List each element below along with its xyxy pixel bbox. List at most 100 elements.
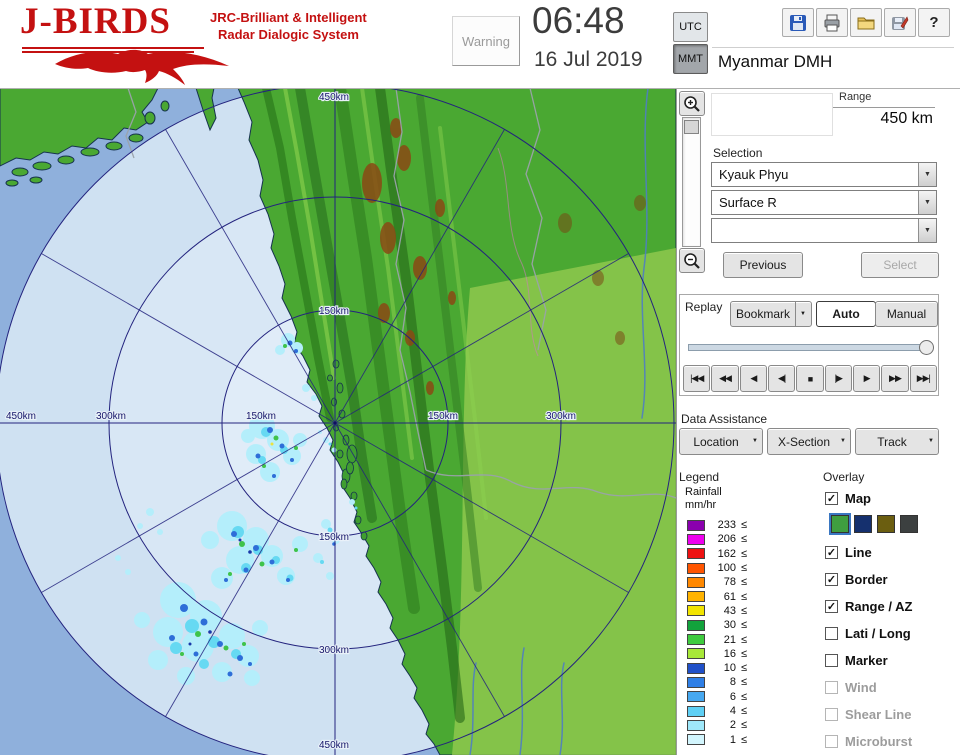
data-assistance-buttons: Location ▼ X-Section ▼ Track ▼	[679, 428, 939, 453]
radar-map[interactable]: 450km 300km 150km 150km 300km 450km 150k…	[0, 88, 676, 755]
ring-label: 150km	[246, 411, 276, 422]
overlay-item-marker[interactable]: Marker	[825, 650, 959, 670]
legend-row: 21≤	[687, 632, 747, 646]
overlay-item-label: Line	[845, 545, 872, 560]
legend-row: 6≤	[687, 690, 747, 704]
legend-row: 4≤	[687, 704, 747, 718]
chevron-down-icon[interactable]: ▼	[795, 302, 806, 326]
overlay-item-map[interactable]: ✓ Map	[825, 488, 959, 508]
chevron-down-icon[interactable]: ▼	[918, 219, 936, 242]
range-az-checkbox[interactable]: ✓	[825, 600, 838, 613]
timezone-utc-button[interactable]: UTC	[673, 12, 708, 42]
fast-rewind-button[interactable]: ◀◀	[711, 365, 738, 392]
zoom-slider[interactable]	[682, 117, 701, 247]
overlay-item-line[interactable]: ✓ Line	[825, 542, 959, 562]
save-button[interactable]	[782, 8, 814, 37]
location-button[interactable]: Location ▼	[679, 428, 763, 455]
jbirds-logo: J-BIRDS JRC-Brilliant & Intelligent Rada…	[12, 2, 382, 86]
legend-value: 206	[710, 533, 736, 545]
help-button[interactable]: ?	[918, 8, 950, 37]
replay-slider-thumb[interactable]	[919, 340, 934, 355]
legend-swatch	[687, 706, 705, 717]
open-folder-button[interactable]	[850, 8, 882, 37]
legend-swatch	[687, 534, 705, 545]
overlay-item-label: Wind	[845, 680, 877, 695]
legend-suffix: ≤	[741, 691, 747, 703]
step-back-button[interactable]: ◀|	[768, 365, 795, 392]
legend-row: 30≤	[687, 618, 747, 632]
site-dropdown[interactable]: Kyauk Phyu ▼	[711, 162, 937, 187]
play-back-button[interactable]: ◀	[740, 365, 767, 392]
step-forward-button[interactable]: |▶	[825, 365, 852, 392]
ring-label: 150km	[428, 411, 458, 422]
map-style-swatch[interactable]	[854, 515, 872, 533]
legend-value: 21	[710, 634, 736, 646]
chevron-down-icon[interactable]: ▼	[918, 191, 936, 214]
skip-last-button[interactable]: ▶▶|	[910, 365, 937, 392]
ring-label: 150km	[319, 532, 349, 543]
legend-suffix: ≤	[741, 648, 747, 660]
legend-suffix: ≤	[741, 705, 747, 717]
overlay-item-label: Lati / Long	[845, 626, 911, 641]
zoom-in-button[interactable]	[679, 91, 705, 116]
clock-date: 16 Jul 2019	[534, 48, 643, 72]
timezone-mmt-button[interactable]: MMT	[673, 44, 708, 74]
data-assistance-label: Data Assistance	[681, 412, 767, 426]
bookmark-label: Bookmark	[736, 307, 790, 321]
legend-row: 2≤	[687, 718, 747, 732]
warning-button[interactable]: Warning	[452, 16, 520, 66]
export-button[interactable]	[884, 8, 916, 37]
product-dropdown[interactable]: Surface R ▼	[711, 190, 937, 215]
map-checkbox[interactable]: ✓	[825, 492, 838, 505]
legend-suffix: ≤	[741, 719, 747, 731]
legend-suffix: ≤	[741, 605, 747, 617]
zoom-out-button[interactable]	[679, 248, 705, 273]
legend-value: 16	[710, 648, 736, 660]
map-style-swatch[interactable]	[900, 515, 918, 533]
border-checkbox[interactable]: ✓	[825, 573, 838, 586]
map-style-swatch[interactable]	[877, 515, 895, 533]
bookmark-button[interactable]: Bookmark ▼	[730, 301, 812, 327]
lati-long-checkbox[interactable]	[825, 627, 838, 640]
ring-label: 300km	[546, 411, 576, 422]
help-icon: ?	[929, 14, 938, 31]
print-button[interactable]	[816, 8, 848, 37]
replay-time-slider[interactable]	[688, 339, 932, 355]
overlay-item-label: Range / AZ	[845, 599, 912, 614]
logo-subtitle-2: Radar Dialogic System	[218, 27, 359, 42]
fast-forward-button[interactable]: ▶▶	[881, 365, 908, 392]
auto-mode-button[interactable]: Auto	[816, 301, 876, 327]
legend-suffix: ≤	[741, 619, 747, 631]
select-button[interactable]: Select	[861, 252, 939, 278]
line-checkbox[interactable]: ✓	[825, 546, 838, 559]
previous-button[interactable]: Previous	[723, 252, 803, 278]
map-style-swatch[interactable]	[831, 515, 849, 533]
marker-checkbox[interactable]	[825, 654, 838, 667]
overlay-item-range-az[interactable]: ✓ Range / AZ	[825, 596, 959, 616]
skip-first-button[interactable]: |◀◀	[683, 365, 710, 392]
range-preview-box	[711, 93, 833, 136]
chevron-down-icon[interactable]: ▼	[918, 163, 936, 186]
legend-suffix: ≤	[741, 562, 747, 574]
save-icon	[789, 14, 807, 32]
range-value: 450 km	[833, 110, 933, 128]
legend-row: 16 ≤	[687, 647, 747, 661]
legend-unit-line2: mm/hr	[685, 499, 716, 511]
legend-label: Legend	[679, 470, 719, 484]
legend-row: 162≤	[687, 547, 747, 561]
zoom-slider-thumb[interactable]	[684, 120, 699, 134]
wind-checkbox	[825, 681, 838, 694]
legend-value: 61	[710, 591, 736, 603]
manual-mode-button[interactable]: Manual	[875, 301, 938, 327]
track-button[interactable]: Track ▼	[855, 428, 939, 455]
legend-value: 2	[710, 719, 736, 731]
jbirds-window: J-BIRDS JRC-Brilliant & Intelligent Rada…	[0, 0, 960, 755]
elevation-dropdown[interactable]: ▼	[711, 218, 937, 243]
replay-slider-track[interactable]	[688, 344, 932, 351]
legend-row: 1≤	[687, 732, 747, 746]
stop-button[interactable]: ■	[796, 365, 823, 392]
overlay-item-border[interactable]: ✓ Border	[825, 569, 959, 589]
xsection-button[interactable]: X-Section ▼	[767, 428, 851, 455]
overlay-item-lati-long[interactable]: Lati / Long	[825, 623, 959, 643]
play-button[interactable]: ▶	[853, 365, 880, 392]
